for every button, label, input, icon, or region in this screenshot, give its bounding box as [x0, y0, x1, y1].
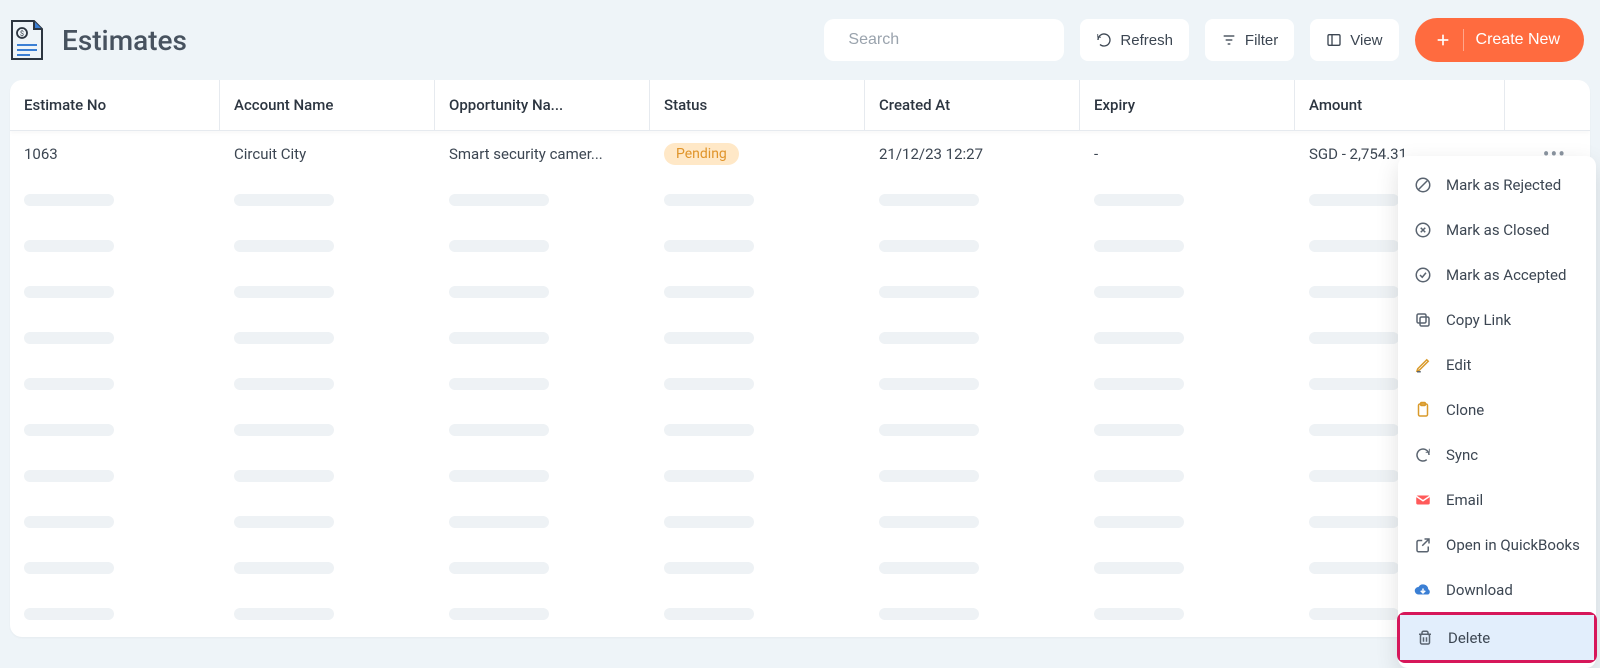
- copy-icon: [1414, 311, 1432, 329]
- column-created-at[interactable]: Created At: [865, 80, 1080, 130]
- column-expiry[interactable]: Expiry: [1080, 80, 1295, 130]
- table-body: 1063 Circuit City Smart security camer..…: [10, 131, 1590, 637]
- skeleton-row: [10, 407, 1590, 453]
- delete-highlight: Delete: [1397, 612, 1597, 663]
- skeleton: [1094, 194, 1184, 206]
- skeleton-row: [10, 545, 1590, 591]
- skeleton: [449, 194, 549, 206]
- column-account-name[interactable]: Account Name: [220, 80, 435, 130]
- layout-icon: [1326, 32, 1342, 48]
- menu-open-quickbooks[interactable]: Open in QuickBooks: [1398, 522, 1596, 567]
- column-opportunity[interactable]: Opportunity Na...: [435, 80, 650, 130]
- skeleton-row: [10, 223, 1590, 269]
- clipboard-icon: [1414, 401, 1432, 419]
- menu-mark-accepted[interactable]: Mark as Accepted: [1398, 252, 1596, 297]
- column-actions: [1505, 80, 1590, 130]
- menu-label: Mark as Rejected: [1446, 176, 1561, 194]
- menu-label: Clone: [1446, 401, 1484, 419]
- refresh-icon: [1096, 32, 1112, 48]
- column-amount[interactable]: Amount: [1295, 80, 1505, 130]
- table-header: Estimate No Account Name Opportunity Na.…: [10, 80, 1590, 131]
- menu-email[interactable]: Email: [1398, 477, 1596, 522]
- cell-created-at: 21/12/23 12:27: [865, 145, 1080, 163]
- menu-sync[interactable]: Sync: [1398, 432, 1596, 477]
- cell-status: Pending: [650, 143, 865, 165]
- cell-expiry: -: [1080, 145, 1295, 163]
- menu-label: Mark as Closed: [1446, 221, 1549, 239]
- trash-icon: [1416, 629, 1434, 647]
- skeleton-row: [10, 591, 1590, 637]
- menu-mark-closed[interactable]: Mark as Closed: [1398, 207, 1596, 252]
- skeleton: [234, 194, 334, 206]
- plus-icon: [1435, 32, 1451, 48]
- view-label: View: [1350, 32, 1382, 49]
- menu-label: Edit: [1446, 356, 1471, 374]
- menu-copy-link[interactable]: Copy Link: [1398, 297, 1596, 342]
- filter-label: Filter: [1245, 32, 1278, 49]
- skeleton-row: [10, 499, 1590, 545]
- filter-button[interactable]: Filter: [1205, 19, 1294, 61]
- skeleton-row: [10, 177, 1590, 223]
- skeleton-row: [10, 361, 1590, 407]
- menu-edit[interactable]: Edit: [1398, 342, 1596, 387]
- prohibit-icon: [1414, 176, 1432, 194]
- search-input[interactable]: [848, 31, 1055, 49]
- cell-estimate-no: 1063: [10, 145, 220, 163]
- row-context-menu: Mark as Rejected Mark as Closed Mark as …: [1398, 156, 1596, 668]
- status-badge: Pending: [664, 143, 739, 165]
- menu-label: Open in QuickBooks: [1446, 536, 1580, 554]
- circle-check-icon: [1414, 266, 1432, 284]
- skeleton: [664, 194, 754, 206]
- document-icon: $: [8, 19, 46, 61]
- skeleton-row: [10, 315, 1590, 361]
- cell-opportunity: Smart security camer...: [435, 145, 650, 163]
- envelope-icon: [1414, 491, 1432, 509]
- menu-label: Delete: [1448, 629, 1490, 647]
- circle-x-icon: [1414, 221, 1432, 239]
- column-estimate-no[interactable]: Estimate No: [10, 80, 220, 130]
- table-row[interactable]: 1063 Circuit City Smart security camer..…: [10, 131, 1590, 177]
- sync-icon: [1414, 446, 1432, 464]
- external-link-icon: [1414, 536, 1432, 554]
- divider: [1463, 29, 1464, 51]
- skeleton-row: [10, 453, 1590, 499]
- menu-clone[interactable]: Clone: [1398, 387, 1596, 432]
- skeleton: [1309, 194, 1399, 206]
- menu-label: Copy Link: [1446, 311, 1511, 329]
- skeleton: [24, 194, 114, 206]
- menu-delete[interactable]: Delete: [1400, 615, 1594, 660]
- skeleton: [879, 194, 979, 206]
- pencil-icon: [1414, 356, 1432, 374]
- skeleton-row: [10, 269, 1590, 315]
- filter-icon: [1221, 32, 1237, 48]
- page-title: Estimates: [62, 24, 808, 57]
- column-status[interactable]: Status: [650, 80, 865, 130]
- create-new-button[interactable]: Create New: [1415, 18, 1584, 62]
- search-box[interactable]: [824, 19, 1064, 61]
- cloud-download-icon: [1414, 581, 1432, 599]
- menu-label: Download: [1446, 581, 1513, 599]
- menu-label: Email: [1446, 491, 1483, 509]
- page-header: $ Estimates Refresh Filter View Create N…: [0, 0, 1600, 80]
- menu-download[interactable]: Download: [1398, 567, 1596, 612]
- cell-account-name: Circuit City: [220, 145, 435, 163]
- view-button[interactable]: View: [1310, 19, 1398, 61]
- menu-mark-rejected[interactable]: Mark as Rejected: [1398, 162, 1596, 207]
- menu-label: Mark as Accepted: [1446, 266, 1566, 284]
- create-new-label: Create New: [1476, 31, 1560, 49]
- svg-text:$: $: [20, 30, 24, 38]
- menu-label: Sync: [1446, 446, 1478, 464]
- refresh-label: Refresh: [1120, 32, 1173, 49]
- estimates-table: Estimate No Account Name Opportunity Na.…: [10, 80, 1590, 637]
- refresh-button[interactable]: Refresh: [1080, 19, 1189, 61]
